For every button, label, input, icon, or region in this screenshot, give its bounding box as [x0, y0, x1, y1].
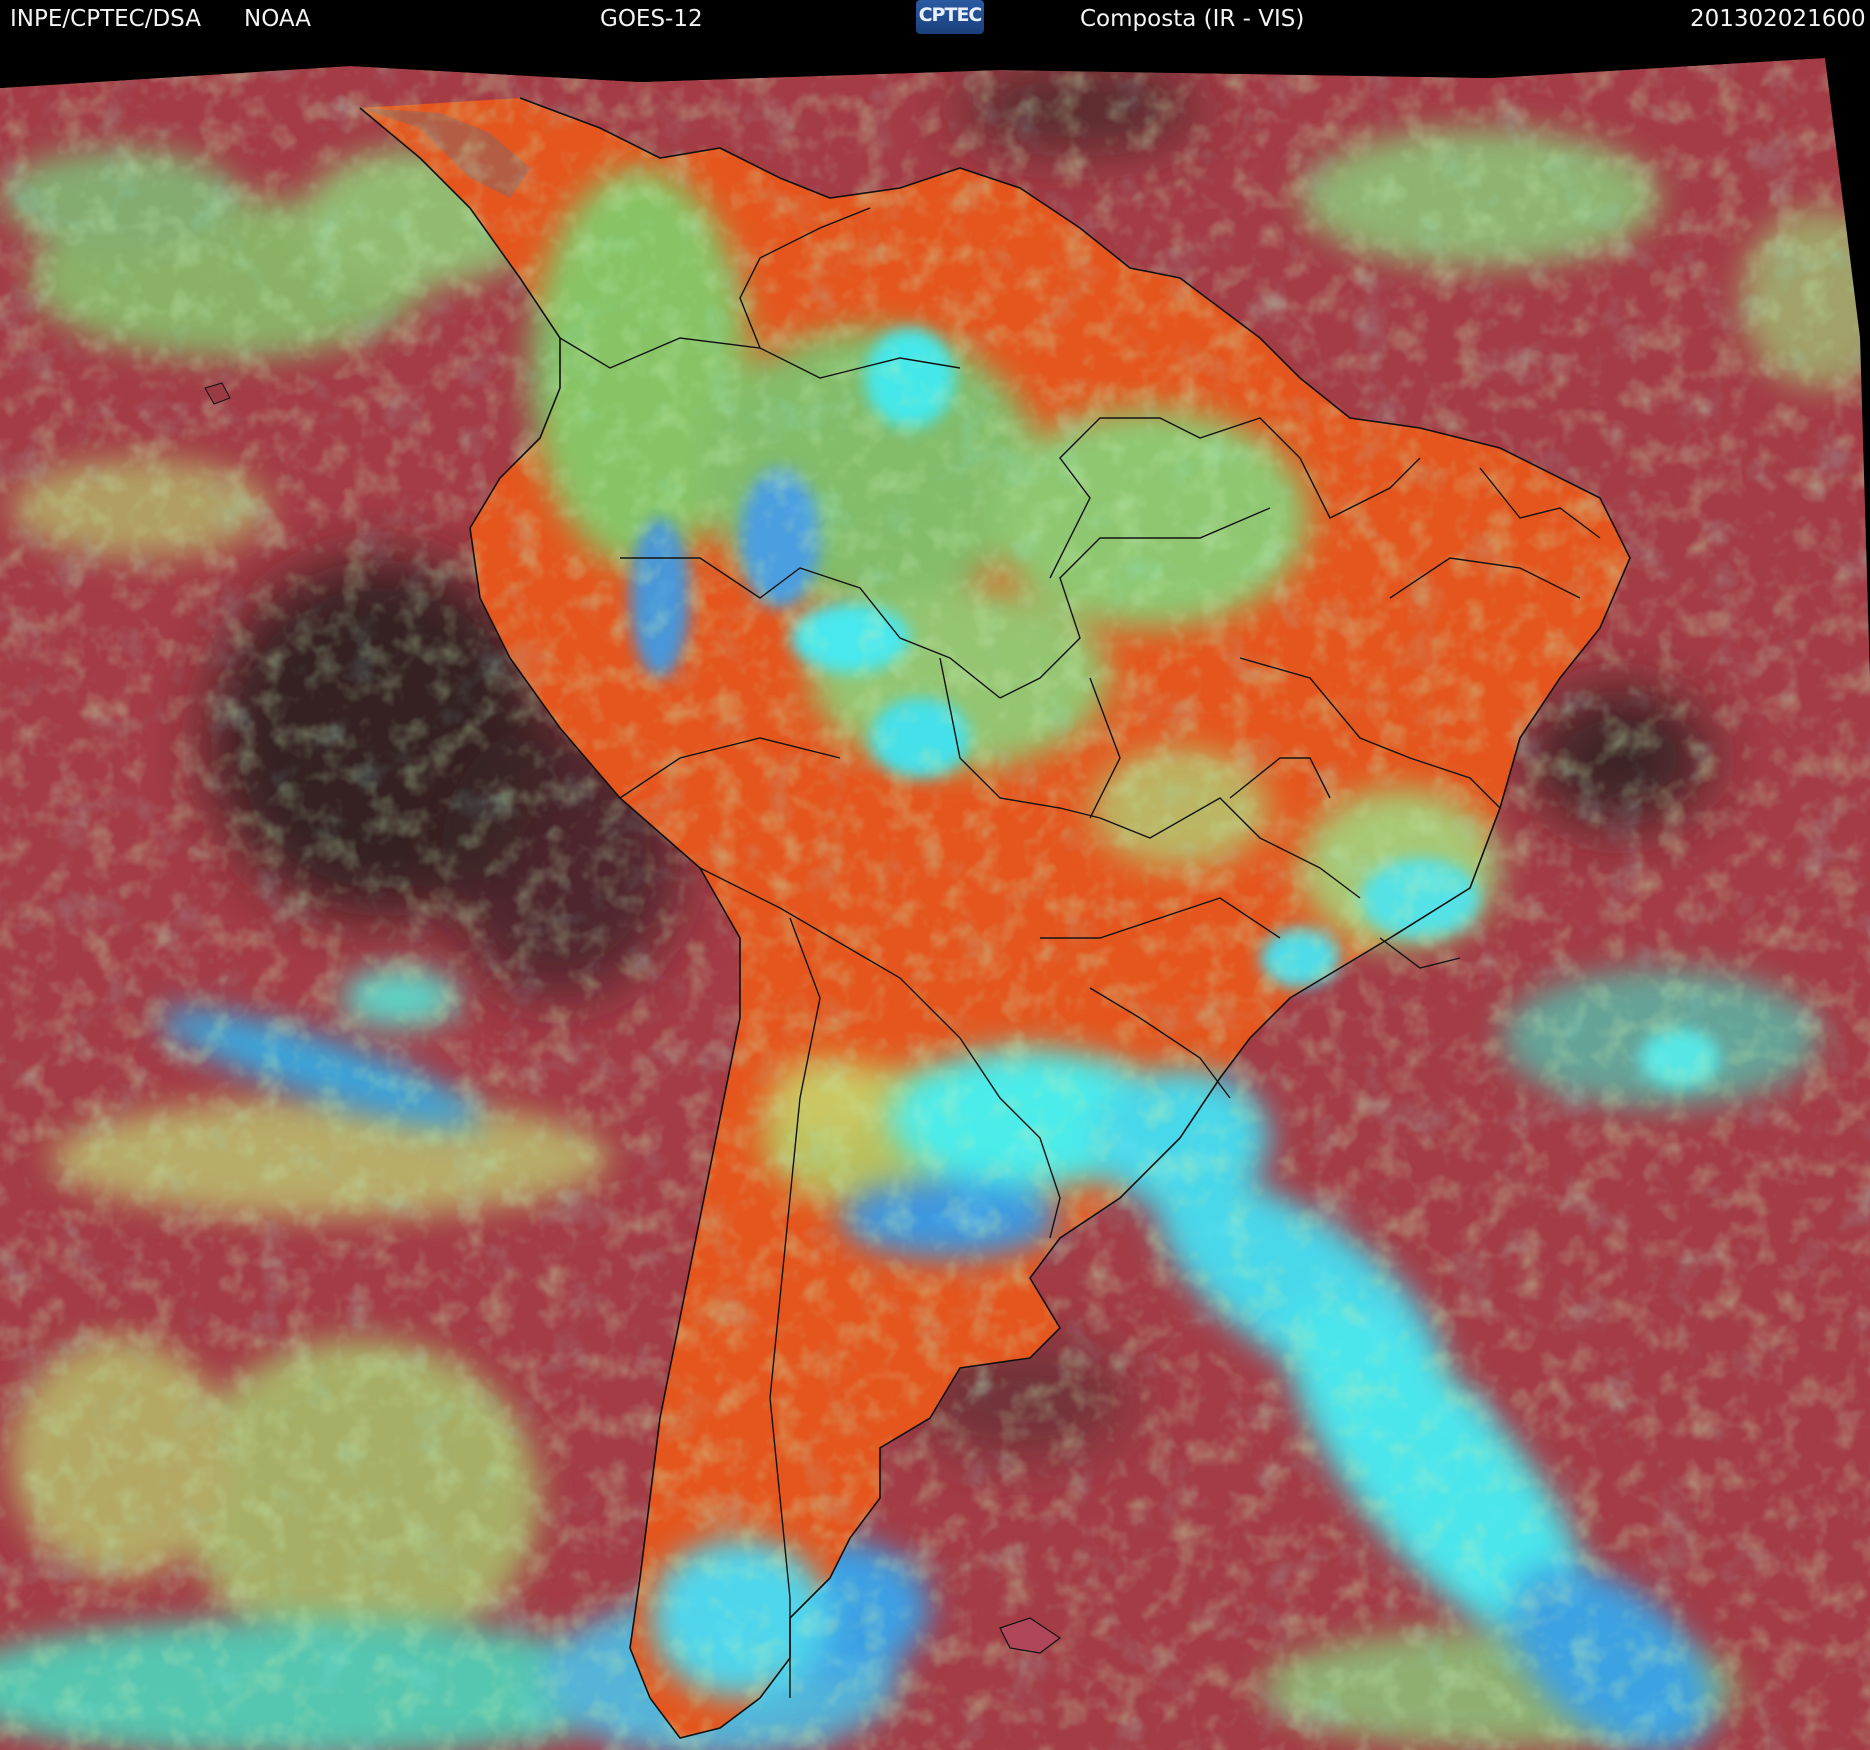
logo-text: CPTEC [918, 4, 983, 26]
image-header: INPE/CPTEC/DSA NOAA GOES-12 CPTEC Compos… [0, 0, 1870, 38]
satellite-label: GOES-12 [600, 6, 703, 32]
earth-disk [0, 58, 1870, 1750]
timestamp-label: 201302021600 [1690, 6, 1866, 32]
cptec-logo-icon: CPTEC [916, 0, 984, 34]
high-cloud-texture [0, 58, 1870, 1750]
partner-label: NOAA [244, 6, 312, 32]
agency-label: INPE/CPTEC/DSA [10, 6, 201, 32]
product-label: Composta (IR - VIS) [1080, 6, 1305, 32]
satellite-composite-map [0, 38, 1870, 1750]
